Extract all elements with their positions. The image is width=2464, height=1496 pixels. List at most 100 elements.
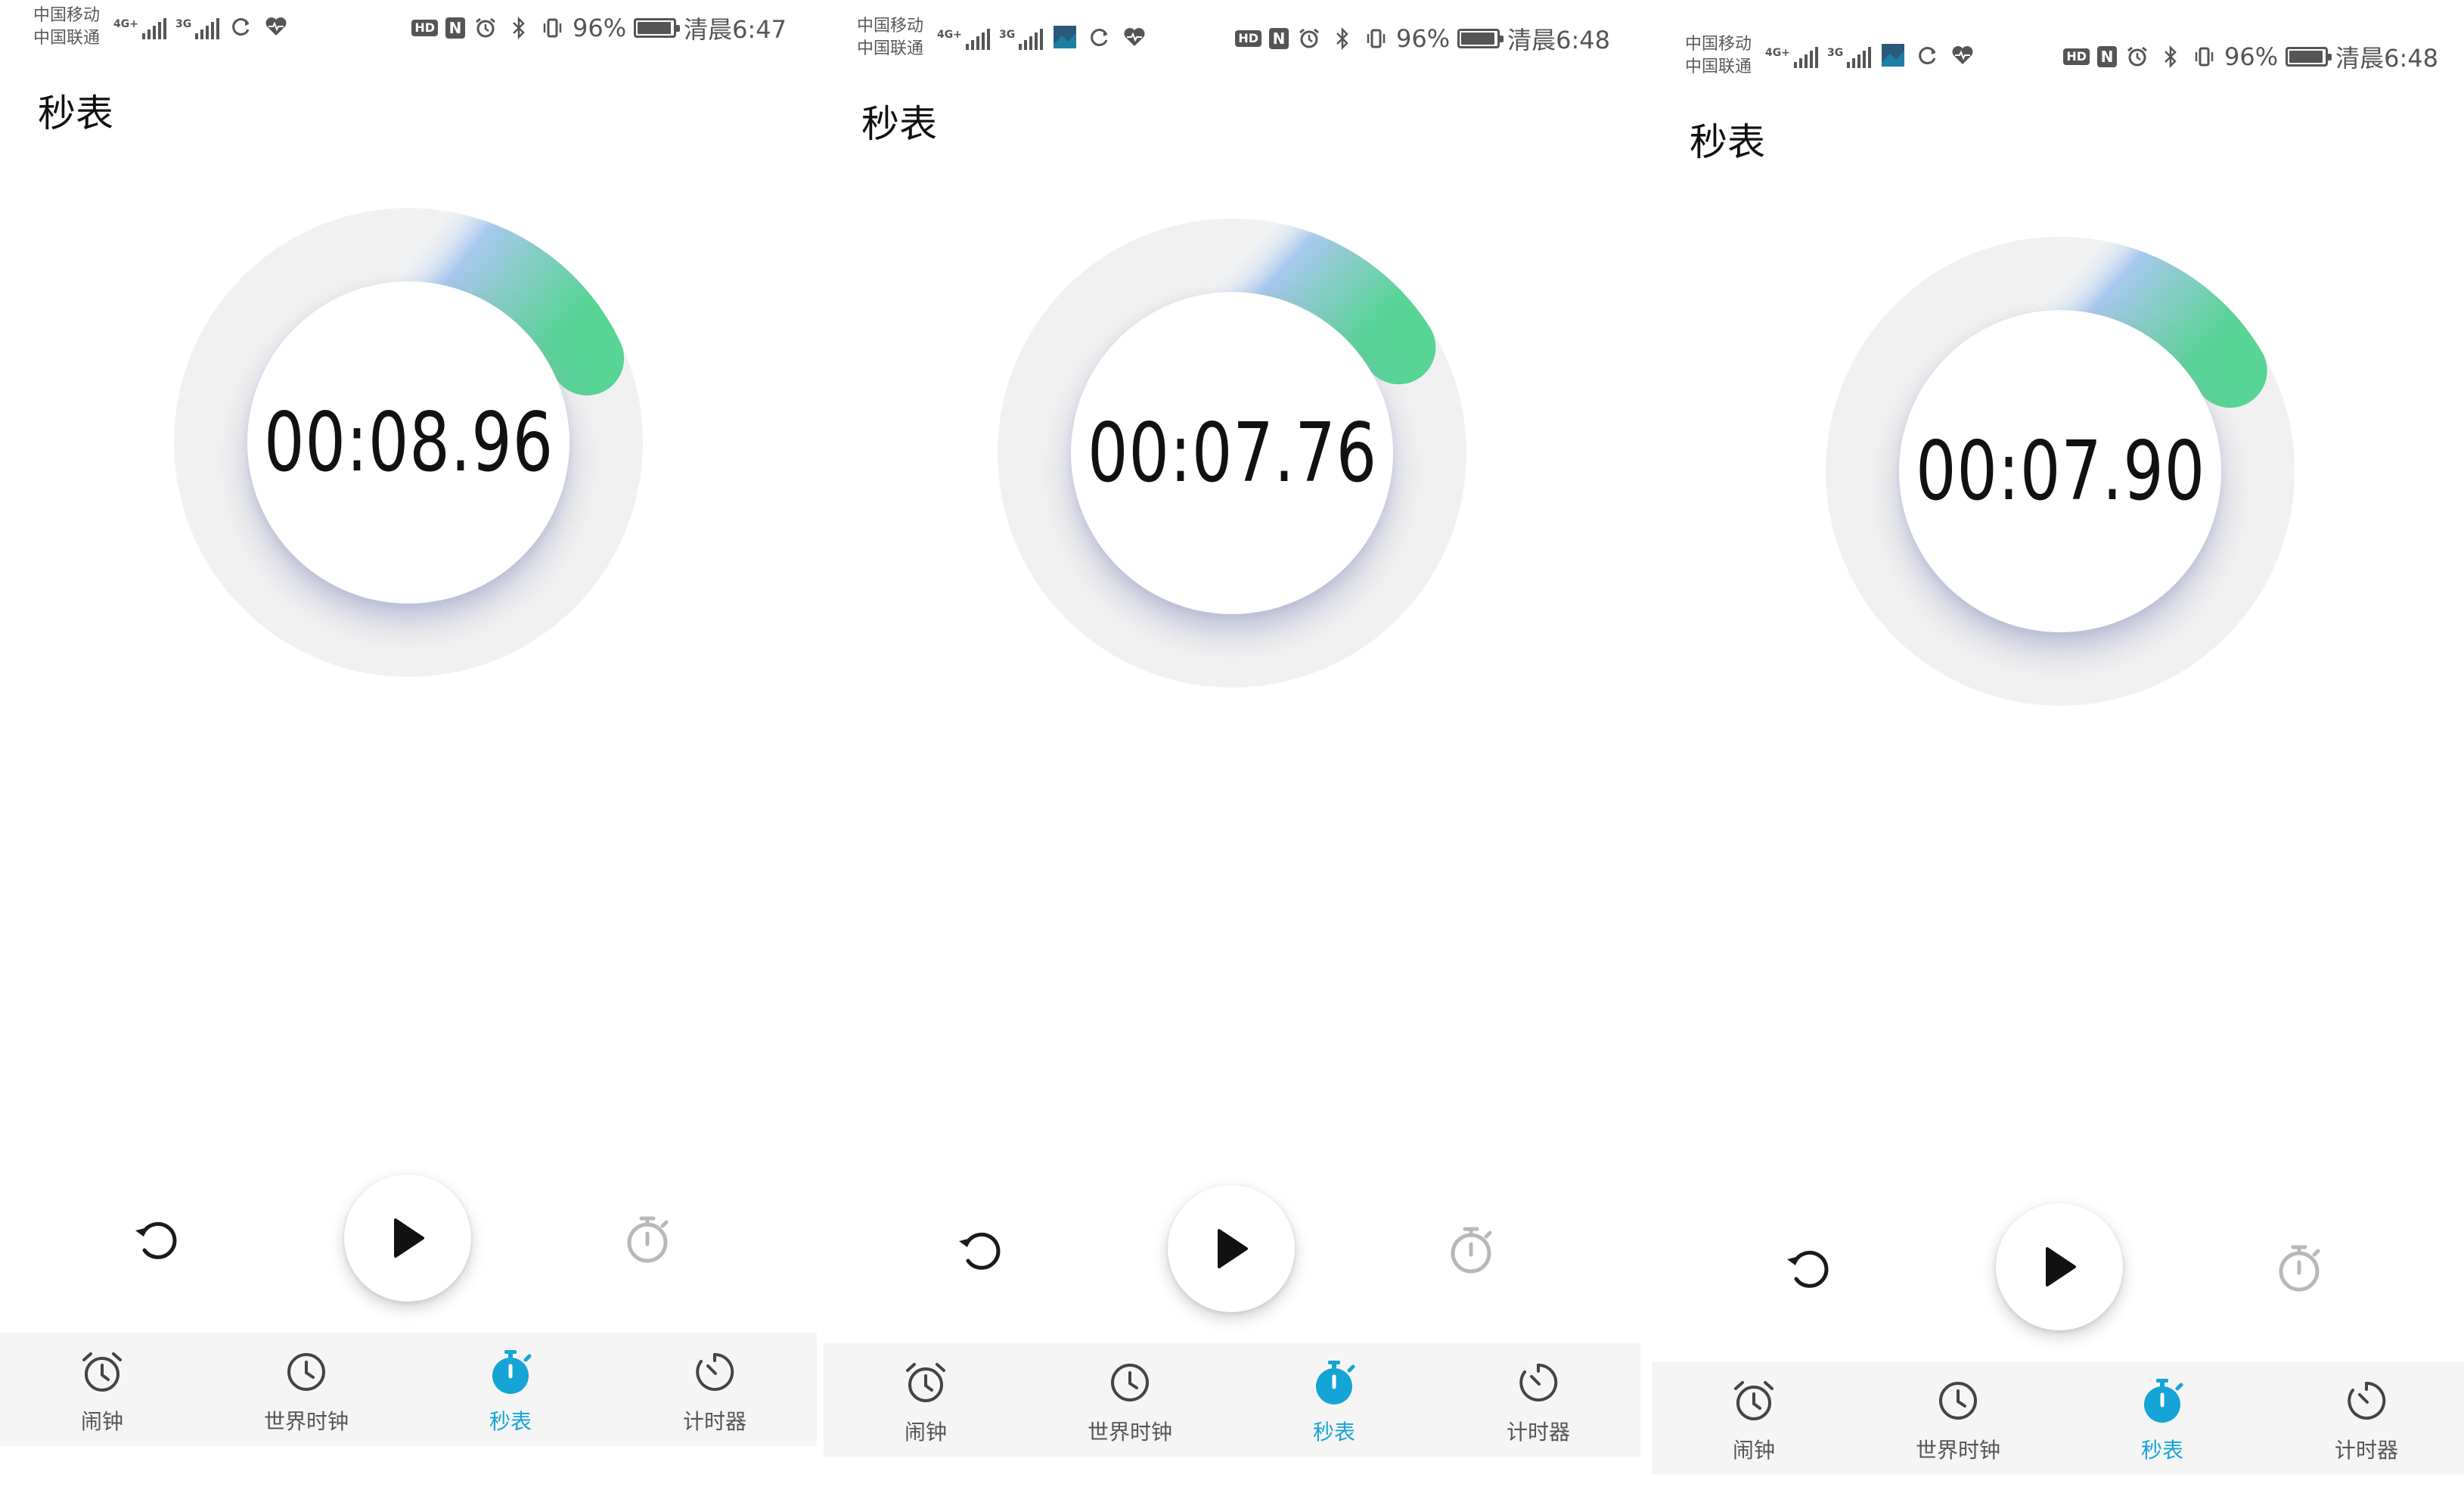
nav-tab-timer[interactable]: 计时器 [1436,1343,1640,1457]
nfc-icon: N [2097,46,2117,67]
lap-button[interactable] [2272,1239,2329,1296]
nfc-icon: N [1269,28,1289,49]
battery-icon [2286,47,2332,67]
battery-icon [1457,29,1504,48]
signal-strength-icon: 3G [175,18,220,39]
stopwatch-icon [486,1348,535,1396]
hd-voice-icon: HD [2063,48,2090,65]
carrier-1: 中国移动 [33,6,101,25]
stopwatch-screen-3: 中国移动 中国联通 4G+ 3G HD N 96% 清晨6:48 秒表 00:0… [1652,29,2464,1496]
stopwatch-dial: 00:07.76 [998,219,1466,687]
timer-icon [690,1348,739,1396]
nav-label: 闹钟 [1732,1438,1775,1463]
vibrate-icon [1363,26,1389,51]
status-bar: 中国移动 中国联通 4G+ 3G HD N 96% 清晨6:48 [824,11,1640,71]
gallery-notification-icon [1880,42,1906,68]
nav-label: 秒表 [2140,1438,2183,1463]
start-button[interactable] [1168,1185,1295,1312]
reset-icon [1787,1250,1829,1288]
clock-icon [1106,1358,1154,1407]
signal-strength-icon: 3G [1827,47,1872,68]
dial-face: 00:07.76 [1071,292,1393,614]
status-right: HD N 96% 清晨6:47 [411,11,787,45]
sync-icon [1915,42,1941,68]
dial-face: 00:07.90 [1899,310,2221,632]
elapsed-time: 00:07.76 [1087,405,1377,501]
alarm-clock-icon [78,1348,126,1396]
reset-button[interactable] [1779,1239,1836,1296]
network-type: 4G+ [113,18,138,30]
timer-icon [2342,1377,2391,1425]
nav-label: 计时器 [682,1409,746,1434]
heart-rate-icon [263,14,289,39]
vibrate-icon [539,15,565,41]
controls [824,1181,1640,1318]
bottom-nav: 闹钟 世界时钟 秒表 计时器 [1652,1361,2464,1475]
nav-tab-stopwatch[interactable]: 秒表 [408,1333,613,1446]
nav-tab-stopwatch[interactable]: 秒表 [2060,1361,2264,1475]
start-button[interactable] [344,1175,471,1302]
controls [1652,1200,2464,1336]
network-type: 4G+ [937,29,962,41]
play-icon [394,1218,424,1258]
status-time: 清晨6:47 [684,15,787,44]
signal-group: 4G+ 3G [937,20,1147,50]
timer-icon [1514,1358,1562,1407]
hd-voice-icon: HD [411,20,438,36]
bluetooth-icon [2158,44,2183,70]
alarm-clock-icon [2124,44,2150,70]
page-title: 秒表 [1690,120,1765,164]
nav-tab-alarm[interactable]: 闹钟 [824,1343,1028,1457]
signal-strength-icon: 4G+ [113,18,166,39]
clock-icon [282,1348,330,1396]
play-icon [2046,1247,2076,1286]
carrier-2: 中国联通 [33,29,101,48]
nav-tab-timer[interactable]: 计时器 [2264,1361,2464,1475]
signal-group: 4G+ 3G [113,9,289,39]
page-title: 秒表 [861,102,937,146]
stopwatch-dial: 00:08.96 [174,208,643,677]
signal-group: 4G+ 3G [1765,38,1975,68]
nav-tab-world-clock[interactable]: 世界时钟 [204,1333,408,1446]
stopwatch-screen-1: 中国移动 中国联通 4G+ 3G HD N 96% 清晨6:47 秒表 00:0… [0,0,817,1475]
battery-level-fill [2289,51,2323,63]
nav-label: 世界时钟 [1087,1420,1172,1445]
lap-stopwatch-icon [1451,1227,1492,1274]
nav-tab-timer[interactable]: 计时器 [613,1333,817,1446]
carrier-1: 中国移动 [1685,35,1752,54]
reset-button[interactable] [127,1210,185,1268]
network-type: 3G [175,18,192,30]
carrier-2: 中国联通 [1685,57,1752,76]
signal-strength-icon: 3G [999,29,1044,50]
carrier-2: 中国联通 [857,39,924,58]
bottom-nav: 闹钟 世界时钟 秒表 计时器 [0,1333,817,1446]
lap-button[interactable] [620,1210,678,1268]
nav-tab-alarm[interactable]: 闹钟 [0,1333,204,1446]
battery-icon [634,18,681,38]
signal-strength-icon: 4G+ [1765,47,1818,68]
gallery-notification-icon [1052,24,1078,50]
lap-button[interactable] [1444,1221,1501,1278]
status-time: 清晨6:48 [2335,44,2438,73]
nav-tab-world-clock[interactable]: 世界时钟 [1028,1343,1232,1457]
nav-tab-world-clock[interactable]: 世界时钟 [1856,1361,2060,1475]
nav-label: 闹钟 [904,1420,947,1445]
start-button[interactable] [1996,1203,2123,1330]
heart-rate-icon [1950,42,1975,68]
nav-label: 计时器 [2334,1438,2398,1463]
status-bar: 中国移动 中国联通 4G+ 3G HD N 96% 清晨6:48 [1652,29,2464,89]
status-right: HD N 96% 清晨6:48 [1235,21,1610,56]
elapsed-time: 00:07.90 [1915,424,2205,519]
dial-face: 00:08.96 [247,281,569,604]
alarm-clock-icon [1730,1377,1778,1425]
reset-button[interactable] [951,1221,1008,1278]
nfc-icon: N [445,17,465,39]
nav-tab-stopwatch[interactable]: 秒表 [1232,1343,1436,1457]
nav-label: 世界时钟 [1915,1438,2000,1463]
battery-percent: 96% [573,14,627,42]
reset-icon [959,1232,1001,1270]
bluetooth-icon [506,15,532,41]
nav-tab-alarm[interactable]: 闹钟 [1652,1361,1856,1475]
stopwatch-icon [2138,1377,2186,1425]
network-type: 4G+ [1765,47,1790,59]
